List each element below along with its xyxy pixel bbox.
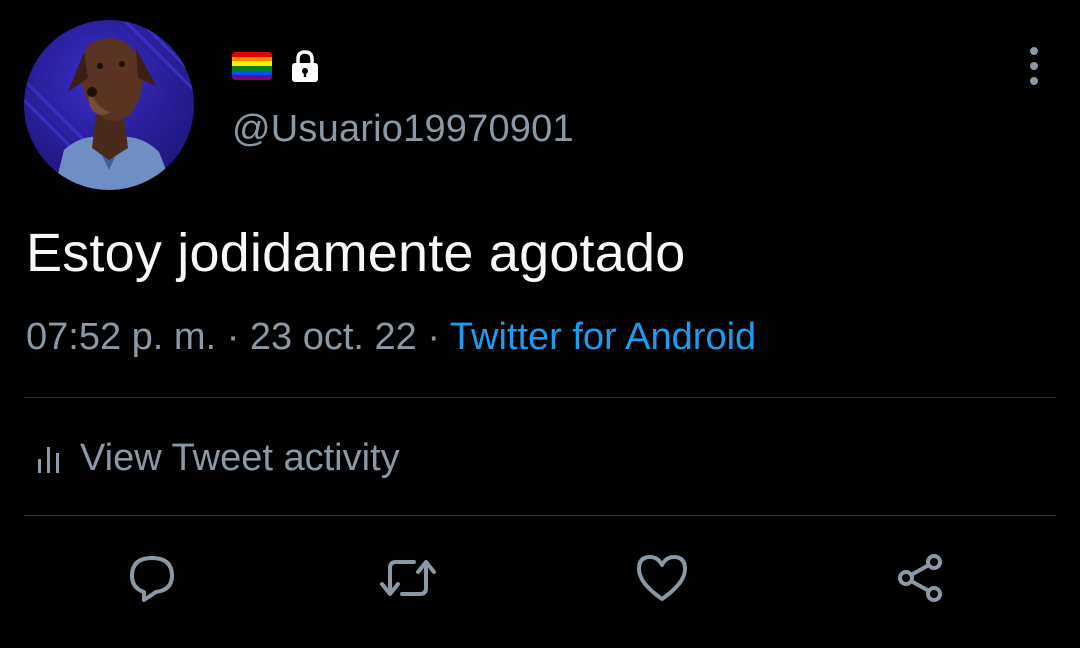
retweet-icon: [378, 552, 438, 604]
tweet-time[interactable]: 07:52 p. m.: [26, 316, 216, 358]
display-name-row: [232, 48, 322, 84]
tweet-source-link[interactable]: Twitter for Android: [450, 316, 756, 358]
rainbow-flag-icon: [232, 52, 272, 80]
lock-icon: [288, 49, 322, 83]
divider: [24, 515, 1056, 516]
meta-separator: ·: [226, 316, 240, 358]
like-button[interactable]: [632, 548, 692, 608]
view-tweet-activity-label: View Tweet activity: [80, 436, 400, 479]
view-tweet-activity-button[interactable]: View Tweet activity: [36, 432, 400, 484]
avatar[interactable]: [24, 20, 194, 190]
retweet-button[interactable]: [378, 548, 438, 608]
bar-chart-icon: [36, 443, 62, 473]
reply-button[interactable]: [122, 548, 182, 608]
meta-separator: ·: [427, 316, 441, 358]
like-icon: [635, 553, 689, 603]
tweet-date[interactable]: 23 oct. 22: [250, 316, 417, 358]
tweet-meta: 07:52 p. m. · 23 oct. 22 · Twitter for A…: [26, 316, 756, 359]
share-icon: [894, 552, 946, 604]
divider: [24, 397, 1056, 398]
avatar-image: [24, 20, 194, 190]
reply-icon: [126, 552, 178, 604]
tweet-text: Estoy jodidamente agotado: [26, 223, 686, 283]
share-button[interactable]: [890, 548, 950, 608]
more-options-icon[interactable]: [1016, 42, 1052, 90]
user-handle[interactable]: @Usuario19970901: [232, 108, 574, 151]
